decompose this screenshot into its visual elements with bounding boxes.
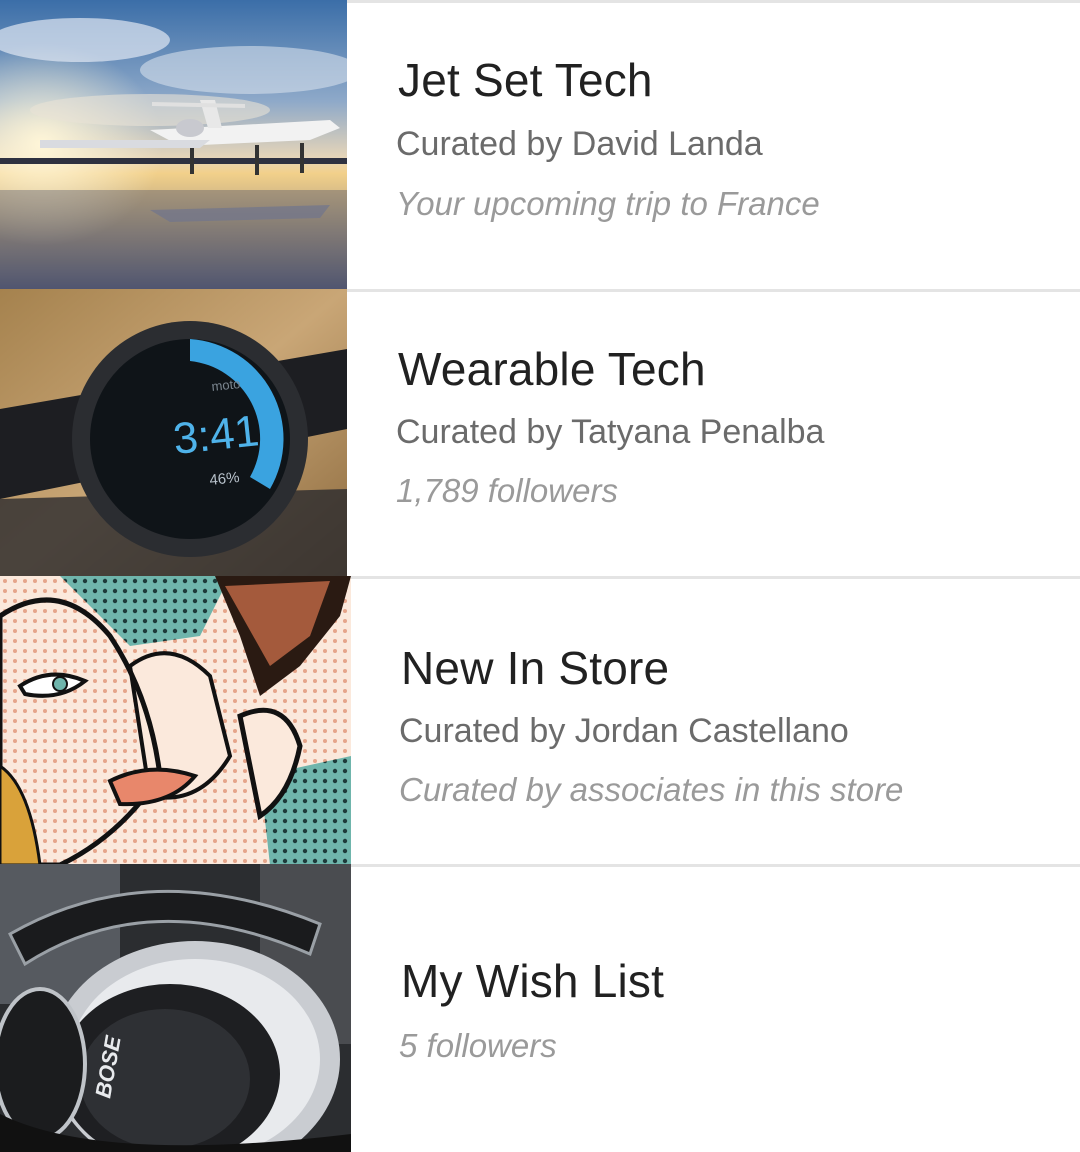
watch-battery: 46% <box>209 469 241 489</box>
collection-item-my-wish-list[interactable]: BOSE My Wish List 5 followers <box>0 864 1080 1152</box>
collection-curator: Curated by David Landa <box>396 125 763 163</box>
collection-curator: Curated by Jordan Castellano <box>399 712 849 750</box>
collection-title: Jet Set Tech <box>398 54 653 106</box>
collection-curator: Curated by Tatyana Penalba <box>396 413 825 451</box>
watch-time: 3:41 <box>171 406 261 464</box>
collection-item-new-in-store[interactable]: New In Store Curated by Jordan Castellan… <box>0 576 1080 865</box>
collection-thumbnail: moto 3:41 46% <box>0 289 347 577</box>
collection-meta: 1,789 followers <box>396 472 618 509</box>
collection-meta: Curated by associates in this store <box>399 771 904 808</box>
watch-brand: moto <box>211 376 241 394</box>
collection-title: Wearable Tech <box>398 343 706 395</box>
collection-item-wearable-tech[interactable]: moto 3:41 46% Wearable Tech Curated by T… <box>0 289 1080 577</box>
collection-thumbnail <box>0 576 351 865</box>
collection-title: My Wish List <box>401 955 665 1007</box>
collection-meta: Your upcoming trip to France <box>396 185 820 222</box>
collection-title: New In Store <box>401 642 670 694</box>
collection-thumbnail: BOSE <box>0 864 351 1152</box>
collection-thumbnail <box>0 0 347 289</box>
collection-item-jet-set-tech[interactable]: Jet Set Tech Curated by David Landa Your… <box>0 0 1080 289</box>
collections-list: Jet Set Tech Curated by David Landa Your… <box>0 0 1080 1152</box>
collection-meta: 5 followers <box>399 1027 557 1064</box>
